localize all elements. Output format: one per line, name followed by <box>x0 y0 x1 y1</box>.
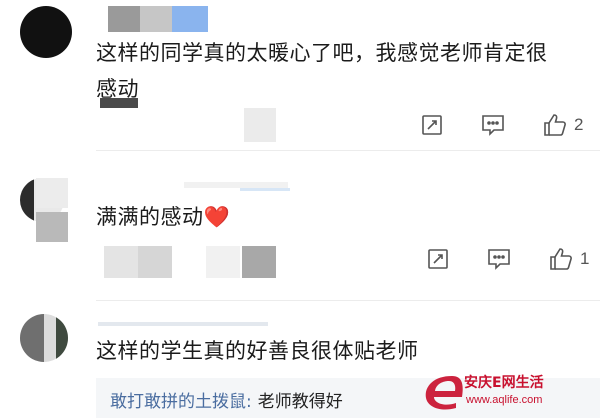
username-blurred <box>36 212 68 242</box>
username-blurred <box>172 6 208 32</box>
like-button[interactable]: 1 <box>548 246 589 272</box>
image-blurred <box>100 98 138 108</box>
reply-username[interactable]: 敢打敢拼的土拨鼠 <box>110 392 246 412</box>
image-blurred <box>206 246 240 278</box>
comment-text: 这样的学生真的好善良很体贴老师 <box>96 339 419 363</box>
avatar[interactable] <box>20 314 68 362</box>
username-blurred <box>140 6 174 32</box>
edit-button[interactable] <box>426 247 450 271</box>
like-button[interactable]: 2 <box>542 112 583 138</box>
username-blurred <box>36 178 68 208</box>
reply-button[interactable] <box>480 113 506 137</box>
username-blurred <box>98 322 268 326</box>
like-icon <box>550 248 572 270</box>
comment-actions: 1 <box>426 246 589 272</box>
image-blurred <box>242 246 276 278</box>
reply-separator: : <box>246 392 252 412</box>
watermark-brand: 安庆E网生活 <box>464 375 544 391</box>
edit-icon <box>422 115 442 135</box>
like-count: 2 <box>574 115 584 134</box>
edit-button[interactable] <box>420 113 444 137</box>
comment-text: 满满的感动❤️ <box>96 200 230 234</box>
heart-emoji-icon: ❤️ <box>203 205 231 229</box>
reply-button[interactable] <box>486 247 512 271</box>
image-blurred <box>244 108 276 142</box>
comment-icon <box>488 249 510 270</box>
comment-item: 满满的感动❤️ 1 <box>0 150 600 300</box>
comment-text-body: 满满的感动 <box>96 205 204 229</box>
comment-actions: 2 <box>420 112 583 138</box>
edit-icon <box>428 249 448 269</box>
comment-text: 这样的同学真的太暖心了吧，我感觉老师肯定很 <box>96 41 548 65</box>
watermark-url: www.aqlife.com <box>466 394 543 406</box>
username-blurred <box>108 6 142 32</box>
comment-item: 这样的同学真的太暖心了吧，我感觉老师肯定很 感动 2 <box>0 0 600 150</box>
like-icon <box>544 114 566 136</box>
image-blurred <box>104 246 138 278</box>
comment-icon <box>482 115 504 136</box>
avatar[interactable] <box>20 6 72 58</box>
username-blurred <box>240 188 290 191</box>
reply-text: 老师教得好 <box>257 392 343 412</box>
image-blurred <box>138 246 172 278</box>
watermark-logo: 安庆E网生活 www.aqlife.com <box>422 370 592 414</box>
like-count: 1 <box>580 249 590 268</box>
